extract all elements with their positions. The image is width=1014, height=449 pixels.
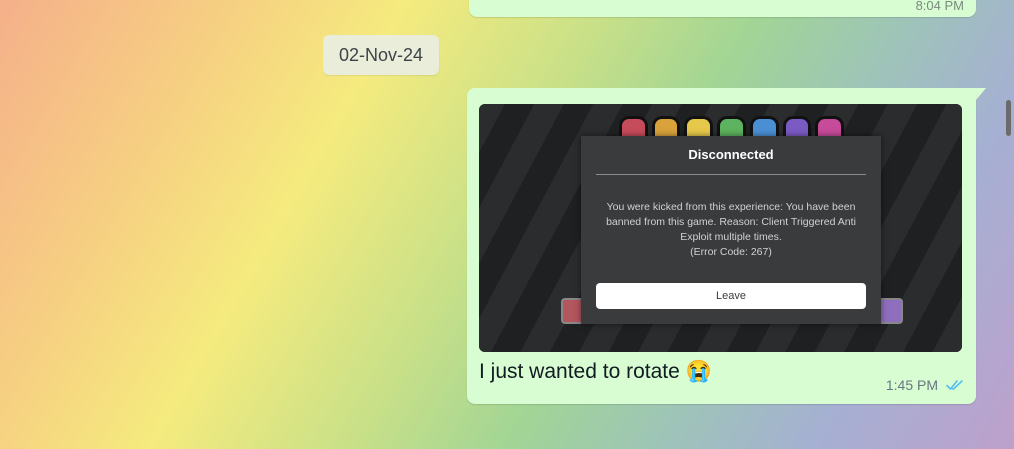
dialog-error-code: (Error Code: 267) (690, 246, 772, 258)
previous-message-time: 8:04 PM (915, 0, 964, 13)
disconnected-dialog: Disconnected You were kicked from this e… (581, 136, 881, 324)
bubble-tail (976, 88, 986, 100)
dialog-message: You were kicked from this experience: Yo… (606, 201, 856, 243)
dialog-body: You were kicked from this experience: Yo… (593, 200, 869, 260)
message-time: 1:45 PM (885, 377, 938, 393)
dialog-divider (596, 174, 866, 175)
double-check-icon (946, 379, 964, 391)
message-image[interactable]: Disconnected You were kicked from this e… (479, 104, 962, 352)
dialog-title: Disconnected (688, 147, 774, 162)
date-divider: 02-Nov-24 (323, 35, 439, 75)
message-caption: I just wanted to rotate 😭 (479, 360, 712, 383)
message-bubble[interactable]: Disconnected You were kicked from this e… (467, 88, 976, 404)
scrollbar-thumb[interactable] (1006, 100, 1011, 136)
message-meta: 1:45 PM (886, 377, 964, 393)
previous-message-bubble[interactable]: 8:04 PM (469, 0, 976, 17)
leave-button: Leave (596, 283, 866, 309)
